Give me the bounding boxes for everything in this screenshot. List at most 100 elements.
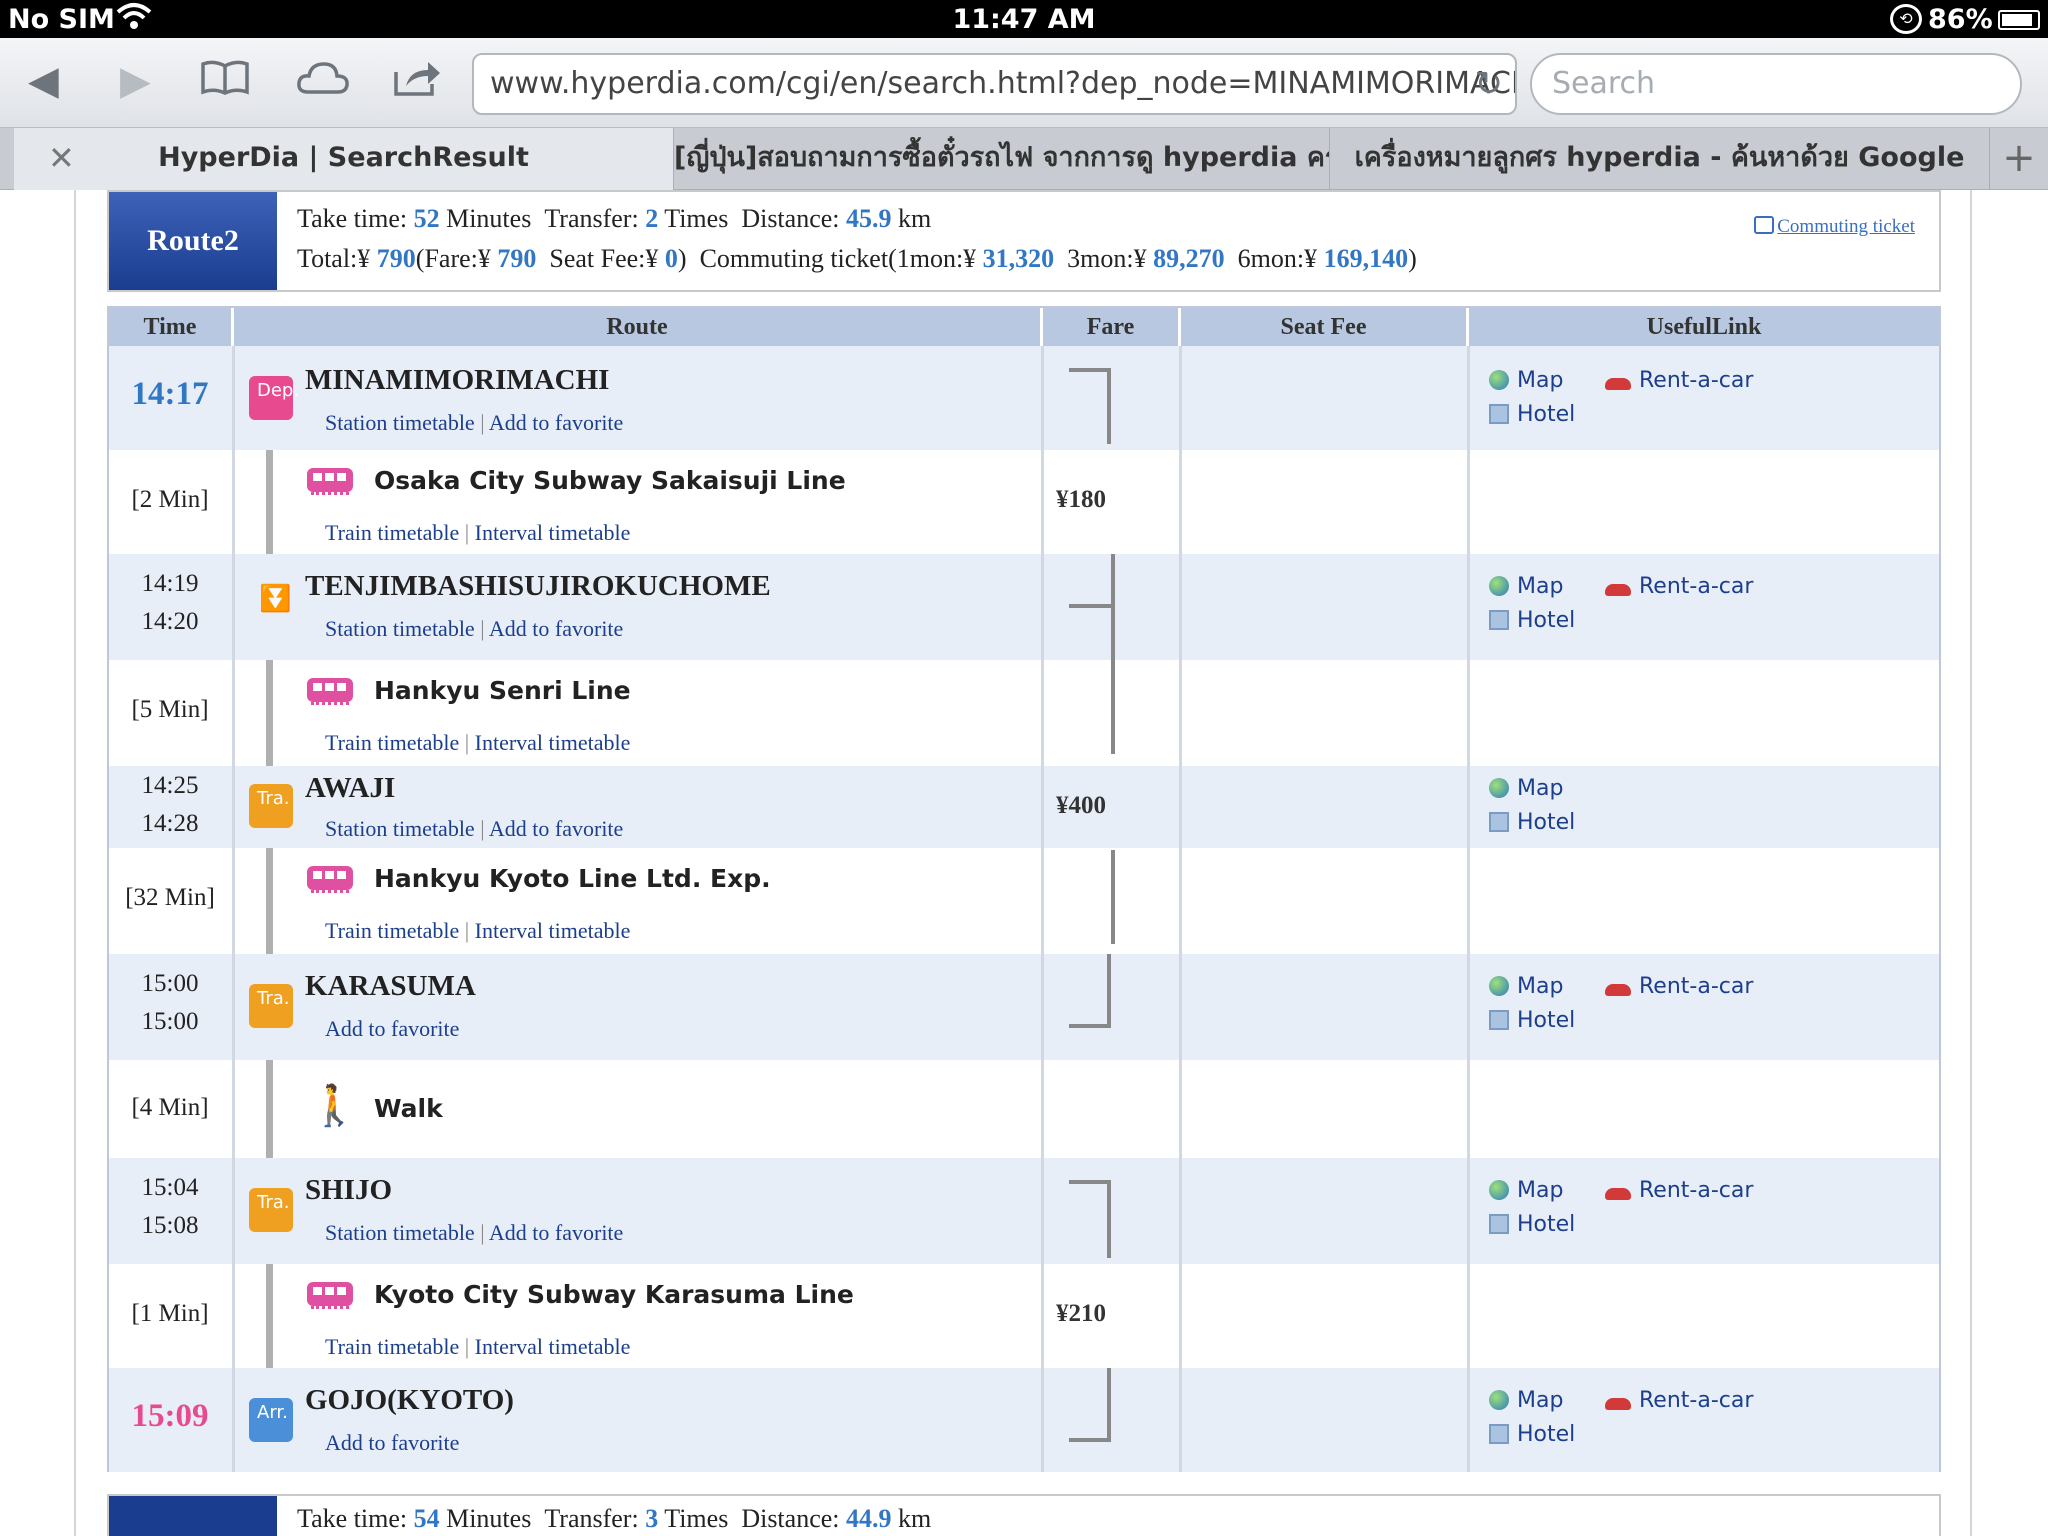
fare-bracket (1111, 554, 1115, 660)
station-row-shijo: 15:04 15:08 Tra. SHIJO Station timetable… (109, 1158, 1939, 1264)
map-link[interactable]: Map (1489, 1388, 1563, 1413)
leg-row: [5 Min] Hankyu Senri Line Train timetabl… (109, 660, 1939, 766)
hotel-link[interactable]: Hotel (1489, 1212, 1575, 1237)
close-tab-icon[interactable]: ✕ (48, 128, 75, 188)
map-link[interactable]: Map (1489, 776, 1563, 801)
map-link[interactable]: Map (1489, 974, 1563, 999)
globe-icon (1489, 976, 1509, 996)
line-name: Hankyu Senri Line (374, 676, 631, 705)
page-content: Route2 Take time: 52 Minutes Transfer: 2… (0, 190, 2048, 1536)
fare-bracket (1069, 368, 1111, 444)
train-timetable-link[interactable]: Train timetable (325, 1334, 459, 1359)
hotel-link[interactable]: Hotel (1489, 1422, 1575, 1447)
car-icon (1605, 1188, 1631, 1200)
map-link[interactable]: Map (1489, 574, 1563, 599)
add-favorite-link[interactable]: Add to favorite (325, 1016, 459, 1041)
departure-time: 15:08 (141, 1212, 199, 1239)
rent-a-car-link[interactable]: Rent-a-car (1605, 974, 1753, 999)
station-row-minamimorimachi: 14:17 Dep. MINAMIMORIMACHI Station timet… (109, 346, 1939, 450)
fare-bracket (1111, 850, 1115, 944)
interval-timetable-link[interactable]: Interval timetable (475, 730, 631, 755)
map-link[interactable]: Map (1489, 1178, 1563, 1203)
transfer-icon: Tra. (249, 1188, 293, 1232)
tab-thai-question[interactable]: [ญี่ปุ่น]สอบถามการซื้อตั๋วรถไฟ จากการดู … (674, 128, 1330, 190)
share-icon[interactable] (392, 58, 442, 104)
forward-icon[interactable]: ▶ (120, 58, 151, 104)
leg-duration: [2 Min] (131, 486, 209, 513)
header-route: Route (234, 308, 1043, 346)
back-icon[interactable]: ◀ (28, 58, 59, 104)
route3-summary: Take time: 54 Minutes Transfer: 3 Times … (107, 1494, 1941, 1536)
station-name[interactable]: GOJO(KYOTO) (305, 1384, 514, 1417)
rotation-lock-icon: ⟲ (1890, 4, 1922, 34)
departure-time: 14:28 (141, 810, 199, 837)
column-divider (1467, 346, 1470, 1472)
hotel-link[interactable]: Hotel (1489, 810, 1575, 835)
line-name: Hankyu Kyoto Line Ltd. Exp. (374, 864, 771, 893)
leg-row: [32 Min] Hankyu Kyoto Line Ltd. Exp. Tra… (109, 848, 1939, 954)
header-time: Time (109, 308, 234, 346)
address-bar[interactable]: www.hyperdia.com/cgi/en/search.html?dep_… (472, 53, 1517, 115)
add-favorite-link[interactable]: Add to favorite (489, 816, 623, 841)
rent-a-car-link[interactable]: Rent-a-car (1605, 1178, 1753, 1203)
interval-timetable-link[interactable]: Interval timetable (475, 1334, 631, 1359)
bookmarks-icon[interactable] (200, 58, 250, 104)
line-name: Walk (374, 1094, 443, 1123)
map-link[interactable]: Map (1489, 368, 1563, 393)
battery-icon (1998, 10, 2040, 30)
train-timetable-link[interactable]: Train timetable (325, 918, 459, 943)
station-timetable-link[interactable]: Station timetable (325, 1220, 475, 1245)
station-timetable-link[interactable]: Station timetable (325, 616, 475, 641)
column-divider (1041, 346, 1044, 1472)
station-name[interactable]: KARASUMA (305, 970, 476, 1003)
add-favorite-link[interactable]: Add to favorite (489, 1220, 623, 1245)
take-time: 52 (413, 204, 440, 233)
rent-a-car-link[interactable]: Rent-a-car (1605, 574, 1753, 599)
car-icon (1605, 984, 1631, 996)
station-name[interactable]: MINAMIMORIMACHI (305, 364, 609, 397)
reload-icon[interactable]: ↻ (1475, 55, 1504, 113)
header-fare: Fare (1043, 308, 1181, 346)
search-input[interactable]: Search (1530, 53, 2022, 115)
station-row-tenjimbashisujirokuchome: 14:19 14:20 ⏬ TENJIMBASHISUJIROKUCHOME S… (109, 554, 1939, 660)
tab-title: HyperDia | SearchResult (158, 142, 529, 173)
rent-a-car-link[interactable]: Rent-a-car (1605, 1388, 1753, 1413)
station-name[interactable]: TENJIMBASHISUJIROKUCHOME (305, 570, 771, 603)
new-tab-button[interactable]: + (1990, 128, 2048, 190)
interval-timetable-link[interactable]: Interval timetable (475, 918, 631, 943)
arrival-time: 15:09 (131, 1398, 209, 1434)
tab-google-search[interactable]: เครื่องหมายลูกศร hyperdia - ค้นหาด้วย Go… (1330, 128, 1990, 190)
interval-timetable-link[interactable]: Interval timetable (475, 520, 631, 545)
leg-links: Train timetable | Interval timetable (325, 1334, 631, 1359)
add-favorite-link[interactable]: Add to favorite (489, 410, 623, 435)
station-row-awaji: 14:25 14:28 Tra. AWAJI Station timetable… (109, 766, 1939, 848)
train-timetable-link[interactable]: Train timetable (325, 520, 459, 545)
station-name[interactable]: SHIJO (305, 1174, 392, 1207)
hotel-link[interactable]: Hotel (1489, 402, 1575, 427)
arrival-time: 14:19 (141, 570, 199, 597)
line-name: Osaka City Subway Sakaisuji Line (374, 466, 846, 495)
hotel-link[interactable]: Hotel (1489, 608, 1575, 633)
hotel-icon (1489, 812, 1509, 832)
rent-a-car-link[interactable]: Rent-a-car (1605, 368, 1753, 393)
leg-fare: ¥210 (1056, 1300, 1106, 1327)
route-table: Time Route Fare Seat Fee UsefulLink 14:1… (107, 306, 1941, 1472)
fare-bracket-tick (1069, 604, 1111, 608)
train-icon (305, 462, 355, 498)
hotel-link[interactable]: Hotel (1489, 1008, 1575, 1033)
station-timetable-link[interactable]: Station timetable (325, 816, 475, 841)
hotel-icon (1489, 1214, 1509, 1234)
station-timetable-link[interactable]: Station timetable (325, 410, 475, 435)
browser-toolbar: ◀ ▶ www.hyperdia.com/cgi/en/search.html?… (0, 38, 2048, 128)
station-name[interactable]: AWAJI (305, 772, 395, 805)
leg-links: Train timetable | Interval timetable (325, 918, 631, 943)
icloud-tabs-icon[interactable] (296, 58, 350, 104)
add-favorite-link[interactable]: Add to favorite (325, 1430, 459, 1455)
tab-hyperdia[interactable]: ✕ HyperDia | SearchResult (14, 128, 674, 190)
commuting-ticket-link[interactable]: Commuting ticket (1754, 216, 1915, 238)
add-favorite-link[interactable]: Add to favorite (489, 616, 623, 641)
route-line (266, 450, 273, 554)
station-row-karasuma: 15:00 15:00 Tra. KARASUMA Add to favorit… (109, 954, 1939, 1060)
transfer-icon: Tra. (249, 984, 293, 1028)
train-timetable-link[interactable]: Train timetable (325, 730, 459, 755)
